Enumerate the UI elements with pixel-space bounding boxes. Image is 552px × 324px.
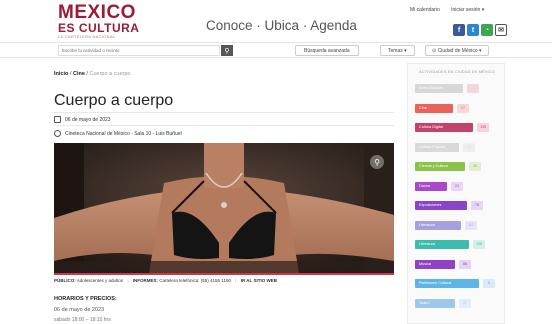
page-title: Cuerpo a cuerpo xyxy=(54,92,174,109)
location-pin-icon xyxy=(54,130,61,137)
logo-escultura-text: ES CULTURA xyxy=(58,21,140,35)
sidebar-category-count: 27 xyxy=(457,103,469,113)
sidebar-category-item[interactable]: Cultura Popular xyxy=(415,142,459,152)
info-label: INFORMES: xyxy=(132,278,158,283)
event-venue-text[interactable]: Cineteca Nacional de México - Sala 10 - … xyxy=(65,131,182,137)
schedule-date: 06 de mayo de 2023 xyxy=(54,307,105,313)
info-value: Cartelera telefónica: (55) 4155 1190 xyxy=(159,278,231,283)
whatsapp-icon[interactable]: ◔ xyxy=(481,24,493,36)
event-date: 06 de mayo de 2023 xyxy=(54,116,111,123)
facebook-icon[interactable]: f xyxy=(453,24,465,36)
schedule-heading: HORARIOS Y PRECIOS: xyxy=(54,296,117,302)
account-links: Mi calendario Iniciar sesión ▾ xyxy=(410,7,494,13)
sidebar-category-count: 38 xyxy=(469,162,481,171)
event-photo-image xyxy=(54,143,394,273)
zoom-icon[interactable]: ⚲ xyxy=(370,155,384,169)
event-date-text: 06 de mayo de 2023 xyxy=(65,116,111,123)
sidebar-category-item[interactable]: Artes Visuales xyxy=(415,84,463,93)
sidebar-category-count: 37 xyxy=(459,298,471,308)
search-icon: ⚲ xyxy=(224,47,230,55)
schedule-time: sábado 18:00 – 19:10 hrs xyxy=(54,317,111,323)
sidebar-category-count: 112 xyxy=(465,220,477,230)
breadcrumb-home[interactable]: Inicio xyxy=(54,71,68,77)
sidebar-category-item[interactable]: Cine xyxy=(415,103,453,113)
search-button[interactable]: ⚲ xyxy=(221,45,233,56)
sidebar-category-item[interactable]: Literatura xyxy=(415,240,469,249)
public-value: Adolescentes y adultos xyxy=(76,278,124,283)
login-link[interactable]: Iniciar sesión ▾ xyxy=(451,7,484,13)
category-sidebar: ACTIVIDADES EN CIUDAD DE MÉXICO Artes Vi… xyxy=(407,63,505,324)
sidebar-title: ACTIVIDADES EN CIUDAD DE MÉXICO xyxy=(419,70,495,74)
divider xyxy=(54,125,394,126)
search-input[interactable] xyxy=(58,45,220,56)
event-info-strip: PÚBLICO: Adolescentes y adultos | INFORM… xyxy=(54,278,394,283)
separator: | xyxy=(127,278,129,283)
event-photo[interactable]: ⚲ xyxy=(54,143,394,273)
public-label: PÚBLICO: xyxy=(54,278,76,283)
city-dropdown[interactable]: ⊙ Ciudad de México ▾ xyxy=(425,45,489,56)
sidebar-category-item[interactable]: Exposiciones xyxy=(415,201,467,210)
breadcrumb-current: Cuerpo a cuerpo xyxy=(89,71,131,77)
sidebar-category-count: 75 xyxy=(471,201,483,210)
sidebar-category-count: 45 xyxy=(467,84,479,93)
twitter-icon[interactable]: t xyxy=(467,24,479,36)
separator: | xyxy=(235,278,237,283)
sidebar-category-count: 128 xyxy=(473,240,485,249)
city-dropdown-label: Ciudad de México ▾ xyxy=(437,48,482,54)
social-share-bar: f t ◔ ✉ xyxy=(453,24,507,36)
sidebar-category-item[interactable]: Patrimonio Cultural xyxy=(415,279,479,288)
sidebar-category-count: 139 xyxy=(477,123,489,132)
sidebar-category-count: 88 xyxy=(459,259,471,269)
site-tagline: Conoce · Ubica · Agenda xyxy=(206,18,357,33)
event-venue: Cineteca Nacional de México - Sala 10 - … xyxy=(54,130,182,137)
breadcrumb: Inicio / Cine / Cuerpo a cuerpo xyxy=(54,71,131,77)
topics-dropdown[interactable]: Temas ▾ xyxy=(380,45,415,56)
calendar-link[interactable]: Mi calendario xyxy=(410,7,440,13)
advanced-search-button[interactable]: Búsqueda avanzada xyxy=(295,45,359,56)
breadcrumb-section[interactable]: Cine xyxy=(73,71,85,77)
website-link[interactable]: IR AL SITIO WEB xyxy=(241,278,277,283)
sidebar-category-item[interactable]: Literatura xyxy=(415,220,461,230)
mail-icon[interactable]: ✉ xyxy=(495,24,507,36)
calendar-icon xyxy=(54,116,61,123)
sidebar-category-item[interactable]: Teatro xyxy=(415,298,455,308)
sidebar-category-item[interactable]: Danza xyxy=(415,181,447,191)
logo-tagline-text: LA CARTELERA NACIONAL xyxy=(58,34,116,39)
sidebar-category-count: 24 xyxy=(451,181,463,191)
sidebar-category-count: 8 xyxy=(463,142,475,152)
photo-accent-line xyxy=(54,273,394,275)
logo-mexico-text: MEXICO xyxy=(58,2,136,23)
sidebar-category-item[interactable]: Ciencia y Cultura xyxy=(415,162,465,171)
sidebar-category-item[interactable]: Música xyxy=(415,259,455,269)
site-logo[interactable]: MEXICO ES CULTURA LA CARTELERA NACIONAL xyxy=(58,3,168,40)
sidebar-category-item[interactable]: Cultura Digital xyxy=(415,123,473,132)
divider xyxy=(54,112,394,113)
search-bar: ⚲ Búsqueda avanzada Temas ▾ ⊙ Ciudad de … xyxy=(0,42,552,58)
sidebar-category-count: 8 xyxy=(483,279,495,288)
